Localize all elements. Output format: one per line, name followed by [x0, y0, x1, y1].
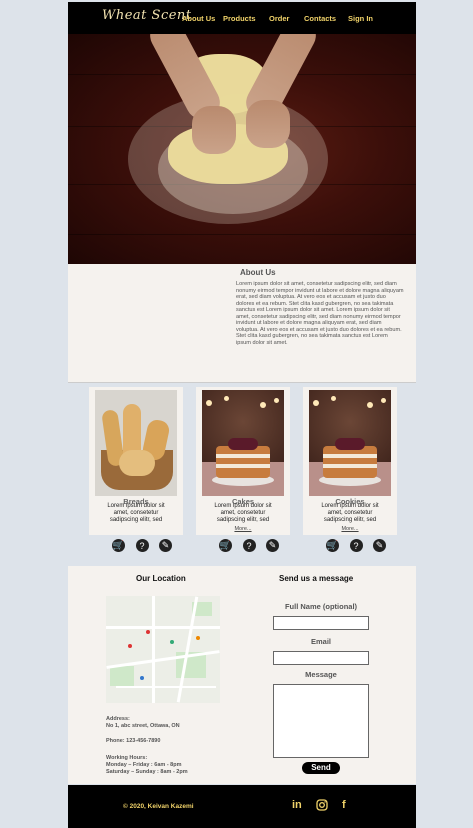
page: Wheat Scent About Us Products Order Cont…: [68, 2, 416, 828]
contact-section: Our Location Address: No 1, abc street, …: [68, 566, 416, 784]
navbar: Wheat Scent About Us Products Order Cont…: [68, 2, 416, 34]
message-title: Send us a message: [279, 574, 354, 583]
about-section: About Us Lorem ipsum dolor sit amet, con…: [68, 264, 416, 383]
logo[interactable]: Wheat Scent: [102, 8, 192, 23]
email-input[interactable]: [273, 651, 369, 665]
edit-icon[interactable]: ✎: [159, 539, 172, 552]
message-label: Message: [305, 670, 337, 679]
edit-icon[interactable]: ✎: [266, 539, 279, 552]
location-map[interactable]: [106, 596, 220, 703]
more-link[interactable]: More...: [303, 526, 397, 532]
nav-contacts[interactable]: Contacts: [304, 14, 348, 23]
basket-icon[interactable]: 🛒: [219, 539, 232, 552]
hours-weekday: Monday – Friday : 6am - 8pm: [106, 762, 182, 768]
copyright: © 2020, Keivan Kazemi: [123, 803, 194, 810]
product-desc: Lorem ipsum dolor sit amet, consetetur s…: [321, 503, 379, 523]
linkedin-icon[interactable]: in: [292, 799, 302, 811]
phone-text: Phone: 123-456-7890: [106, 738, 161, 744]
nav-about-us[interactable]: About Us: [182, 14, 223, 23]
product-actions-cakes: 🛒 ? ✎: [219, 539, 279, 554]
product-desc: Lorem ipsum dolor sit amet, consetetur s…: [107, 503, 165, 523]
help-icon[interactable]: ?: [349, 539, 363, 552]
nav-sign-in[interactable]: Sign In: [348, 14, 373, 23]
send-button[interactable]: Send: [302, 762, 340, 774]
footer: © 2020, Keivan Kazemi in f: [68, 785, 416, 828]
about-text: Lorem ipsum dolor sit amet, consetetur s…: [236, 281, 404, 346]
product-actions-cookies: 🛒 ? ✎: [326, 539, 386, 554]
name-input[interactable]: [273, 616, 369, 630]
bread-image: [95, 390, 177, 496]
edit-icon[interactable]: ✎: [373, 539, 386, 552]
name-label: Full Name (optional): [284, 602, 358, 611]
help-icon[interactable]: ?: [135, 539, 149, 552]
hours-weekend: Saturday – Sunday : 8am - 2pm: [106, 769, 188, 775]
product-card-cookies[interactable]: Cookies Lorem ipsum dolor sit amet, cons…: [303, 387, 397, 535]
hours-label: Working Hours:: [106, 755, 148, 761]
nav-order[interactable]: Order: [269, 14, 304, 23]
address-label: Address:: [106, 716, 130, 722]
location-title: Our Location: [136, 574, 186, 583]
product-actions-breads: 🛒 ? ✎: [112, 539, 172, 554]
cookie-image: [309, 390, 391, 496]
message-textarea[interactable]: [273, 684, 369, 758]
product-card-breads[interactable]: Breads Lorem ipsum dolor sit amet, conse…: [89, 387, 183, 535]
product-desc: Lorem ipsum dolor sit amet, consetetur s…: [214, 503, 272, 523]
help-icon[interactable]: ?: [242, 539, 256, 552]
nav-products[interactable]: Products: [223, 14, 269, 23]
cake-image: [202, 390, 284, 496]
email-label: Email: [310, 637, 331, 646]
about-title: About Us: [240, 268, 276, 277]
facebook-icon[interactable]: f: [342, 799, 346, 811]
product-card-cakes[interactable]: Cakes Lorem ipsum dolor sit amet, conset…: [196, 387, 290, 535]
more-link[interactable]: More...: [196, 526, 290, 532]
address-text: No 1, abc street, Ottawa, ON: [106, 723, 180, 729]
instagram-icon[interactable]: [316, 799, 328, 814]
hero-image: [68, 34, 416, 264]
basket-icon[interactable]: 🛒: [326, 539, 339, 552]
basket-icon[interactable]: 🛒: [112, 539, 125, 552]
nav-links: About Us Products Order Contacts Sign In: [182, 14, 373, 23]
